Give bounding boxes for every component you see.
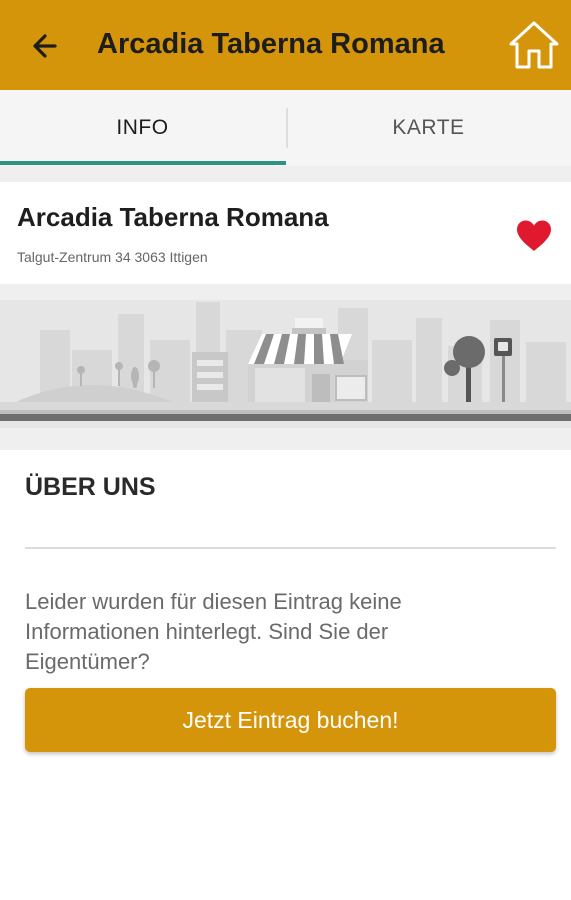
back-button[interactable]	[24, 24, 68, 68]
app-title: Arcadia Taberna Romana	[97, 28, 445, 60]
book-entry-button[interactable]: Jetzt Eintrag buchen!	[25, 688, 556, 752]
tab-bar: INFO KARTE	[0, 90, 571, 166]
section-spacer	[0, 284, 571, 300]
place-name: Arcadia Taberna Romana	[17, 202, 329, 232]
section-spacer	[0, 428, 571, 450]
app-bar: Arcadia Taberna Romana	[0, 0, 571, 90]
tab-karte[interactable]: KARTE	[286, 90, 571, 166]
place-address: Talgut-Zentrum 34 3063 Ittigen	[17, 249, 208, 265]
tab-info[interactable]: INFO	[0, 90, 285, 166]
arrow-left-icon	[33, 34, 57, 58]
city-street-illustration	[0, 300, 571, 428]
section-spacer	[0, 166, 571, 182]
about-title: ÜBER UNS	[25, 473, 156, 501]
place-header-card: Arcadia Taberna Romana Talgut-Zentrum 34…	[0, 182, 571, 284]
about-text: Leider wurden für diesen Eintrag keine I…	[25, 589, 402, 674]
heart-icon	[517, 220, 551, 251]
home-icon	[509, 21, 559, 69]
favorite-button[interactable]	[513, 218, 555, 254]
divider	[25, 547, 556, 549]
home-button[interactable]	[507, 19, 561, 71]
active-tab-indicator	[0, 161, 286, 165]
